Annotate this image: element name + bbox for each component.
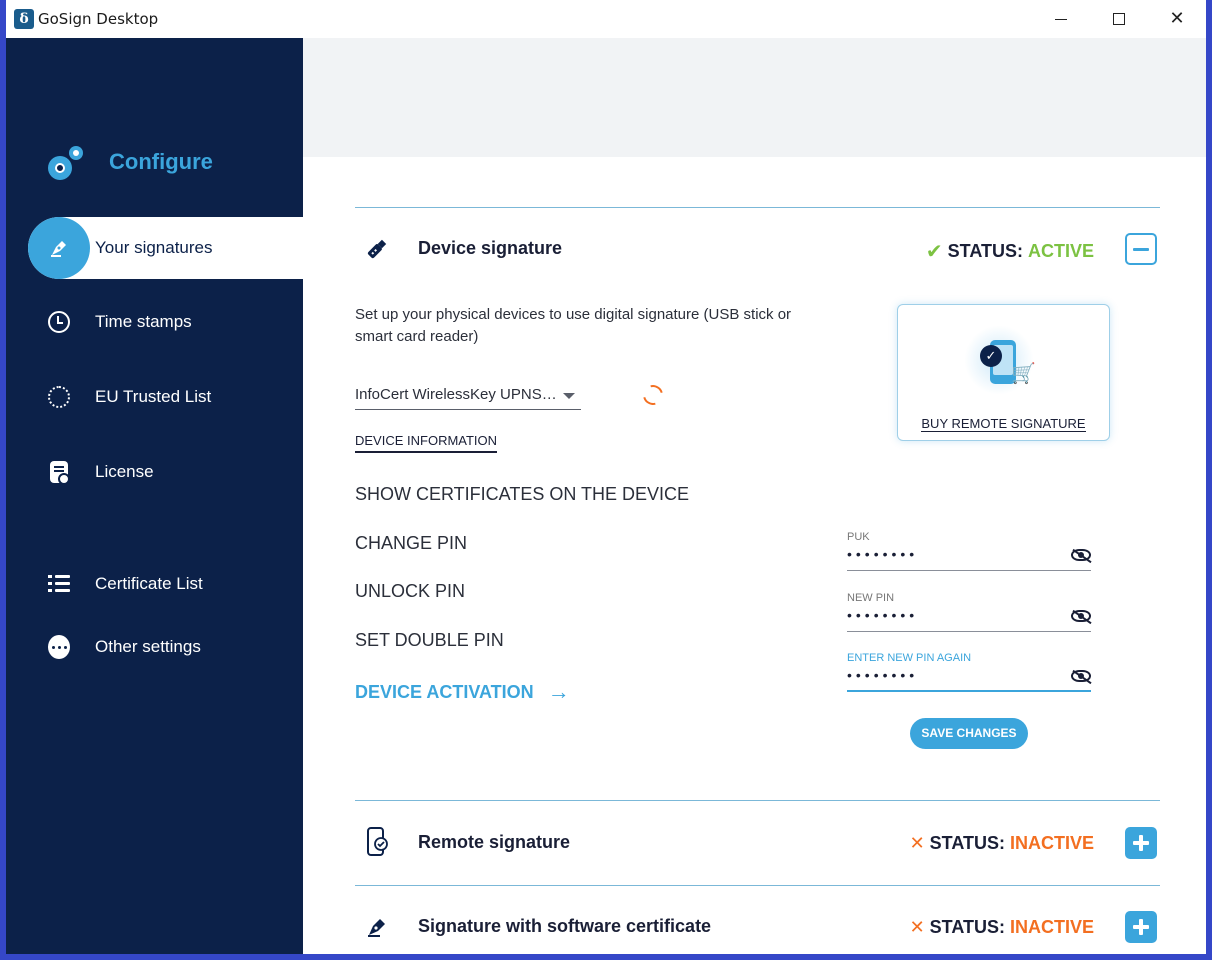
new-pin-field[interactable]: NEW PIN •••••••• bbox=[847, 592, 1091, 632]
field-value: •••••••• bbox=[847, 607, 919, 623]
license-icon bbox=[50, 461, 70, 485]
cart-icon: 🛒 bbox=[1011, 363, 1036, 385]
plus-icon bbox=[1133, 919, 1149, 935]
puk-field[interactable]: PUK •••••••• bbox=[847, 531, 1091, 571]
sidebar-item-label: License bbox=[95, 462, 154, 481]
sidebar: Configure Your signatures Time stamps EU… bbox=[6, 38, 303, 954]
sidebar-item-eu-trusted-list[interactable]: EU Trusted List bbox=[6, 367, 303, 427]
clock-icon bbox=[48, 311, 70, 333]
pen-nib-icon bbox=[28, 217, 90, 279]
device-select[interactable]: InfoCert WirelessKey UPNS… bbox=[355, 383, 581, 410]
usb-key-icon bbox=[363, 235, 391, 263]
remote-status: ✕ STATUS: INACTIVE bbox=[910, 833, 1094, 854]
status-label: STATUS: bbox=[929, 833, 1005, 853]
status-label: STATUS: bbox=[929, 917, 1005, 937]
close-icon: ✕ bbox=[1169, 8, 1185, 29]
refresh-icon[interactable] bbox=[639, 381, 667, 409]
checklist-icon bbox=[48, 574, 70, 594]
sidebar-item-label: Certificate List bbox=[95, 574, 203, 593]
sidebar-item-label: EU Trusted List bbox=[95, 387, 212, 406]
device-signature-title: Device signature bbox=[418, 238, 563, 258]
eye-slash-icon[interactable] bbox=[1071, 610, 1091, 622]
pen-nib-icon bbox=[363, 913, 391, 941]
minus-icon bbox=[1133, 247, 1149, 251]
divider bbox=[355, 885, 1160, 886]
gear-icon bbox=[48, 156, 72, 180]
unlock-pin-link[interactable]: UNLOCK PIN bbox=[355, 581, 465, 602]
device-description: Set up your physical devices to use digi… bbox=[355, 306, 792, 345]
save-changes-button[interactable]: SAVE CHANGES bbox=[910, 718, 1028, 749]
field-value: •••••••• bbox=[847, 667, 919, 683]
eu-stars-icon bbox=[48, 386, 70, 408]
maximize-icon bbox=[1113, 13, 1125, 25]
eye-slash-icon[interactable] bbox=[1071, 549, 1091, 561]
app-window: δ GoSign Desktop ✕ Configure Your signat… bbox=[0, 0, 1212, 960]
device-activation-link[interactable]: DEVICE ACTIVATION → bbox=[355, 679, 570, 705]
main-content: Device signature ✔ STATUS: ACTIVE Set up… bbox=[303, 38, 1206, 954]
expand-software-button[interactable] bbox=[1125, 911, 1157, 943]
field-label: PUK bbox=[847, 531, 870, 543]
status-label: STATUS: bbox=[947, 241, 1023, 261]
confirm-pin-field[interactable]: ENTER NEW PIN AGAIN •••••••• bbox=[847, 652, 1091, 692]
device-select-value: InfoCert WirelessKey UPNS… bbox=[355, 386, 557, 403]
field-label: NEW PIN bbox=[847, 592, 895, 604]
title-bar: δ GoSign Desktop ✕ bbox=[6, 0, 1206, 38]
divider bbox=[355, 800, 1160, 801]
device-status: ✔ STATUS: ACTIVE bbox=[926, 239, 1094, 264]
plus-icon bbox=[1133, 835, 1149, 851]
expand-remote-button[interactable] bbox=[1125, 827, 1157, 859]
status-value: INACTIVE bbox=[1009, 833, 1094, 853]
x-icon: ✕ bbox=[909, 833, 925, 853]
more-icon bbox=[48, 635, 70, 659]
sidebar-item-time-stamps[interactable]: Time stamps bbox=[6, 292, 303, 352]
status-value: INACTIVE bbox=[1009, 917, 1094, 937]
check-icon: ✔ bbox=[925, 241, 943, 263]
sidebar-item-license[interactable]: License bbox=[6, 442, 303, 502]
buy-remote-signature-card[interactable]: ✓ 🛒 BUY REMOTE SIGNATURE bbox=[897, 304, 1110, 441]
set-double-pin-link[interactable]: SET DOUBLE PIN bbox=[355, 630, 504, 651]
check-badge-icon: ✓ bbox=[980, 345, 1002, 367]
maximize-button[interactable] bbox=[1090, 0, 1148, 38]
field-label: ENTER NEW PIN AGAIN bbox=[847, 652, 972, 664]
gear-small-icon bbox=[69, 146, 83, 160]
sidebar-item-label: Time stamps bbox=[95, 312, 192, 331]
device-activation-label: DEVICE ACTIVATION bbox=[355, 681, 534, 702]
software-signature-title: Signature with software certificate bbox=[418, 916, 712, 936]
show-certificates-link[interactable]: SHOW CERTIFICATES ON THE DEVICE bbox=[355, 484, 689, 505]
close-button[interactable]: ✕ bbox=[1148, 0, 1206, 38]
eye-slash-icon[interactable] bbox=[1071, 670, 1091, 682]
collapse-device-button[interactable] bbox=[1125, 233, 1157, 265]
sidebar-item-certificate-list[interactable]: Certificate List bbox=[6, 554, 303, 614]
minimize-button[interactable] bbox=[1032, 0, 1090, 38]
sidebar-item-label: Your signatures bbox=[95, 238, 213, 257]
change-pin-link[interactable]: CHANGE PIN bbox=[355, 533, 467, 554]
device-information-link[interactable]: DEVICE INFORMATION bbox=[355, 433, 498, 453]
x-icon: ✕ bbox=[909, 917, 925, 937]
software-status: ✕ STATUS: INACTIVE bbox=[910, 917, 1094, 938]
minimize-icon bbox=[1055, 18, 1067, 20]
sidebar-item-your-signatures[interactable]: Your signatures bbox=[28, 217, 303, 279]
field-value: •••••••• bbox=[847, 546, 919, 562]
sidebar-item-other-settings[interactable]: Other settings bbox=[6, 617, 303, 677]
sidebar-item-label: Other settings bbox=[95, 637, 201, 656]
phone-check-icon bbox=[363, 827, 391, 856]
divider bbox=[355, 207, 1160, 208]
sidebar-header: Configure bbox=[109, 149, 213, 174]
window-title: GoSign Desktop bbox=[38, 10, 159, 28]
header-band bbox=[303, 38, 1206, 157]
chevron-down-icon bbox=[563, 393, 575, 399]
remote-signature-title: Remote signature bbox=[418, 832, 571, 852]
arrow-right-icon: → bbox=[547, 679, 570, 704]
app-logo-icon: δ bbox=[14, 9, 34, 29]
status-value: ACTIVE bbox=[1027, 241, 1094, 261]
buy-remote-label: BUY REMOTE SIGNATURE bbox=[921, 416, 1086, 432]
